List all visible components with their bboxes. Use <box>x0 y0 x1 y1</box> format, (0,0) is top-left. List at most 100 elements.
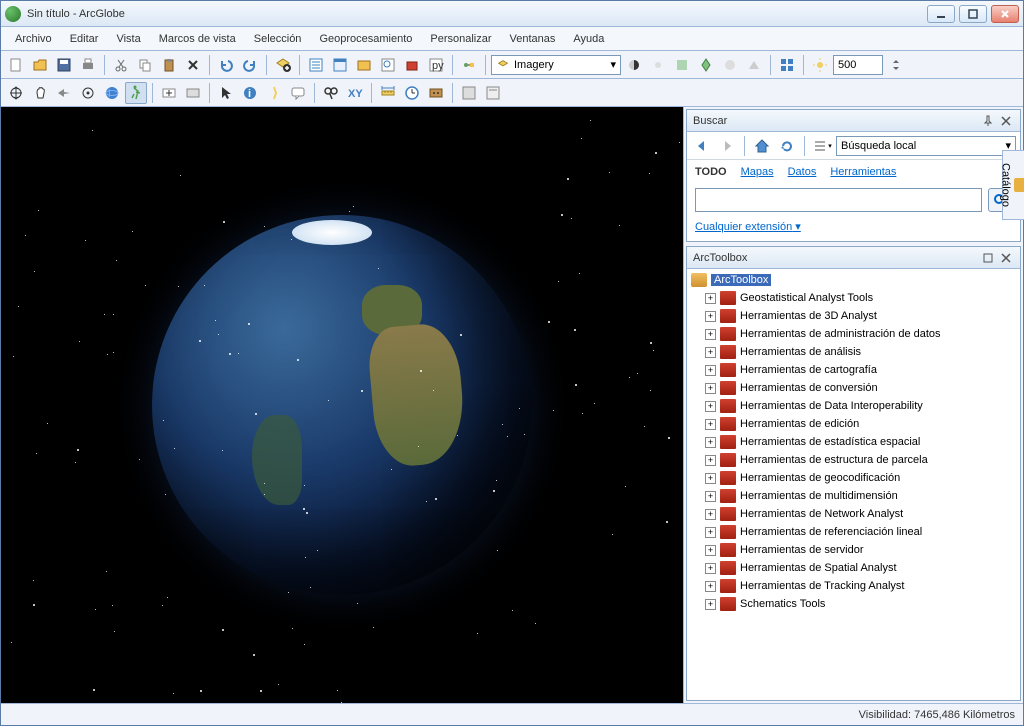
menu-archivo[interactable]: Archivo <box>7 31 60 47</box>
maximize-button[interactable] <box>959 5 987 23</box>
tree-item[interactable]: +Herramientas de multidimensión <box>689 487 1018 505</box>
find-button[interactable] <box>320 82 342 104</box>
back-button[interactable] <box>691 135 713 157</box>
paste-button[interactable] <box>158 54 180 76</box>
contrast-button[interactable] <box>623 54 645 76</box>
menu-seleccion[interactable]: Selección <box>246 31 310 47</box>
scope-combo[interactable]: Búsqueda local ▾ <box>836 136 1016 156</box>
save-button[interactable] <box>53 54 75 76</box>
toolbox-window-button[interactable] <box>401 54 423 76</box>
menu-marcos[interactable]: Marcos de vista <box>151 31 244 47</box>
delete-button[interactable] <box>182 54 204 76</box>
cut-button[interactable] <box>110 54 132 76</box>
undo-button[interactable] <box>215 54 237 76</box>
expand-icon[interactable]: + <box>705 473 716 484</box>
tree-item[interactable]: +Geostatistical Analyst Tools <box>689 289 1018 307</box>
expand-icon[interactable]: + <box>705 563 716 574</box>
expand-icon[interactable]: + <box>705 347 716 358</box>
pan-button[interactable] <box>29 82 51 104</box>
tree-item[interactable]: +Herramientas de Network Analyst <box>689 505 1018 523</box>
refresh-button[interactable] <box>776 135 798 157</box>
measure-button[interactable] <box>377 82 399 104</box>
tree-item[interactable]: +Herramientas de servidor <box>689 541 1018 559</box>
search-input[interactable] <box>695 188 982 212</box>
tree-item[interactable]: +Herramientas de Tracking Analyst <box>689 577 1018 595</box>
tree-item[interactable]: +Herramientas de 3D Analyst <box>689 307 1018 325</box>
properties-button[interactable] <box>329 54 351 76</box>
toolbox-tree[interactable]: ArcToolbox +Geostatistical Analyst Tools… <box>687 269 1020 700</box>
scale-input[interactable] <box>833 55 883 75</box>
expand-icon[interactable]: + <box>705 311 716 322</box>
expand-icon[interactable]: + <box>705 491 716 502</box>
search-window-button[interactable] <box>377 54 399 76</box>
expand-icon[interactable]: + <box>705 365 716 376</box>
brightness-button[interactable] <box>647 54 669 76</box>
swipe-button[interactable] <box>695 54 717 76</box>
select-button[interactable] <box>215 82 237 104</box>
tree-item[interactable]: +Herramientas de estructura de parcela <box>689 451 1018 469</box>
scale-spinner[interactable] <box>885 54 907 76</box>
tree-item[interactable]: +Herramientas de estadística espacial <box>689 433 1018 451</box>
full-extent-button[interactable] <box>101 82 123 104</box>
minimize-button[interactable] <box>927 5 955 23</box>
expand-icon[interactable]: + <box>705 581 716 592</box>
expand-icon[interactable]: + <box>705 509 716 520</box>
copy-button[interactable] <box>134 54 156 76</box>
menu-ayuda[interactable]: Ayuda <box>565 31 612 47</box>
expand-icon[interactable]: + <box>705 401 716 412</box>
search-tab-datos[interactable]: Datos <box>788 166 817 178</box>
target-button[interactable] <box>77 82 99 104</box>
tree-item[interactable]: +Schematics Tools <box>689 595 1018 613</box>
sun-button[interactable] <box>809 54 831 76</box>
expand-icon[interactable]: + <box>705 599 716 610</box>
print-button[interactable] <box>77 54 99 76</box>
close-toolbox-icon[interactable] <box>998 250 1014 266</box>
menu-ventanas[interactable]: Ventanas <box>502 31 564 47</box>
tree-item[interactable]: +Herramientas de administración de datos <box>689 325 1018 343</box>
tree-item[interactable]: +Herramientas de análisis <box>689 343 1018 361</box>
new-button[interactable] <box>5 54 27 76</box>
open-button[interactable] <box>29 54 51 76</box>
expand-icon[interactable]: + <box>705 545 716 556</box>
expand-icon[interactable]: + <box>705 329 716 340</box>
navigate-button[interactable] <box>5 82 27 104</box>
expand-icon[interactable]: + <box>705 527 716 538</box>
expand-icon[interactable]: + <box>705 455 716 466</box>
forward-button[interactable] <box>716 135 738 157</box>
tree-root[interactable]: ArcToolbox <box>689 271 1018 289</box>
expand-icon[interactable]: + <box>705 419 716 430</box>
home-button[interactable] <box>751 135 773 157</box>
animation-button[interactable] <box>425 82 447 104</box>
menu-vista[interactable]: Vista <box>108 31 148 47</box>
expand-icon[interactable]: + <box>705 437 716 448</box>
catalog-button[interactable] <box>353 54 375 76</box>
transparency-button[interactable] <box>671 54 693 76</box>
time-button[interactable] <box>401 82 423 104</box>
close-button[interactable] <box>991 5 1019 23</box>
layer-combo[interactable]: Imagery ▾ <box>491 55 621 75</box>
toc-button[interactable] <box>305 54 327 76</box>
identify-button[interactable]: i <box>239 82 261 104</box>
window-button[interactable] <box>458 82 480 104</box>
walk-button[interactable] <box>125 82 147 104</box>
menu-personalizar[interactable]: Personalizar <box>422 31 499 47</box>
zoom-in-button[interactable] <box>158 82 180 104</box>
search-tab-mapas[interactable]: Mapas <box>741 166 774 178</box>
tree-item[interactable]: +Herramientas de referenciación lineal <box>689 523 1018 541</box>
tree-item[interactable]: +Herramientas de conversión <box>689 379 1018 397</box>
pin-icon[interactable] <box>980 113 996 129</box>
expand-icon[interactable]: + <box>705 293 716 304</box>
options-button[interactable] <box>482 82 504 104</box>
menu-geoprocesamiento[interactable]: Geoprocesamiento <box>311 31 420 47</box>
search-tab-todo[interactable]: TODO <box>695 166 727 178</box>
globe-viewport[interactable] <box>1 107 683 703</box>
tree-item[interactable]: +Herramientas de edición <box>689 415 1018 433</box>
expand-icon[interactable]: + <box>705 383 716 394</box>
elevation-button[interactable] <box>743 54 765 76</box>
maximize-panel-icon[interactable] <box>980 250 996 266</box>
list-button[interactable]: ▾ <box>811 135 833 157</box>
xy-button[interactable]: XY <box>344 82 366 104</box>
search-filter[interactable]: Cualquier extensión ▾ <box>687 216 1020 241</box>
html-popup-button[interactable] <box>287 82 309 104</box>
effects-button[interactable] <box>719 54 741 76</box>
